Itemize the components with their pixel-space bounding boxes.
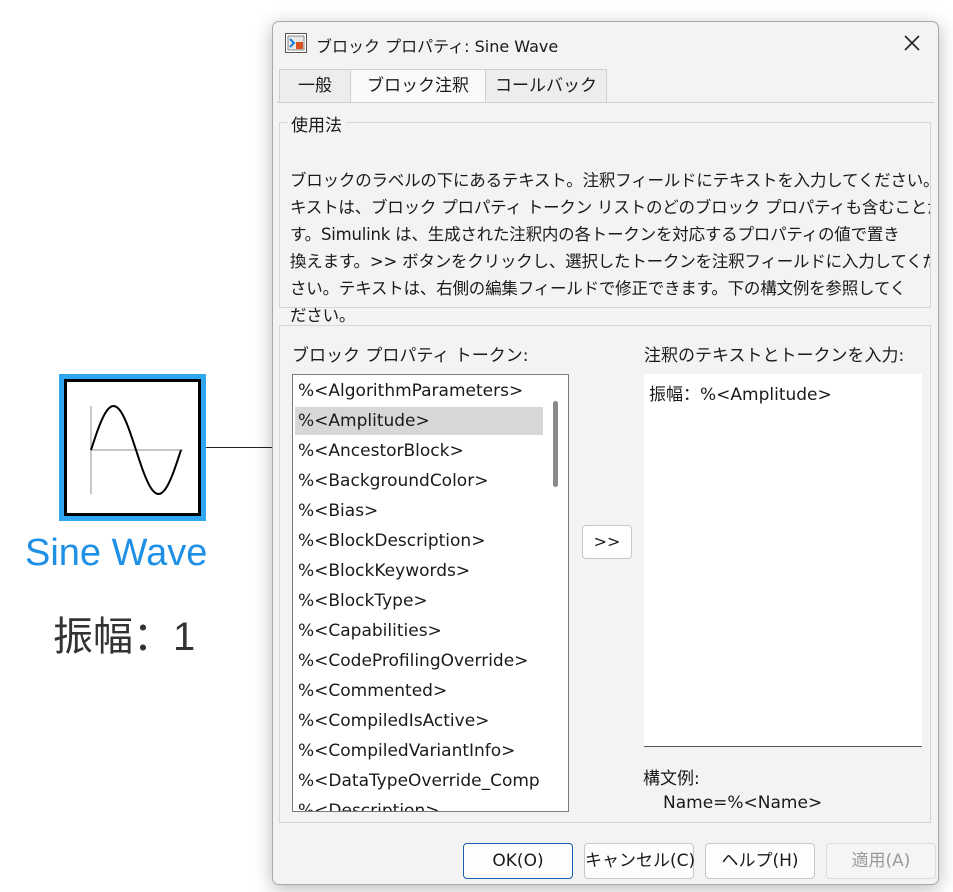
usage-line: す。Simulink は、生成された注釈内の各トークンを対応するプロパティの値で…: [290, 225, 900, 244]
list-item[interactable]: %<Description>: [295, 797, 543, 811]
apply-button[interactable]: 適用(A): [826, 843, 936, 879]
simulink-app-icon: [285, 33, 307, 53]
list-item[interactable]: %<BlockKeywords>: [295, 557, 543, 585]
usage-group: ブロックのラベルの下にあるテキスト。注釈フィールドにテキストを入力してください。…: [279, 122, 931, 325]
usage-line: キストは、ブロック プロパティ トークン リストのどのブロック プロパティも含む…: [290, 198, 930, 217]
list-item[interactable]: %<Capabilities>: [295, 617, 543, 645]
list-item[interactable]: %<AlgorithmParameters>: [295, 377, 543, 405]
sine-wave-icon: [90, 404, 183, 496]
syntax-example-value: Name=%<Name>: [663, 793, 823, 813]
block-name-label[interactable]: Sine Wave: [25, 532, 245, 575]
cancel-button[interactable]: キャンセル(C): [584, 843, 695, 879]
annotation-panel: ブロック プロパティ トークン: 注釈のテキストとトークンを入力: %<Algo…: [279, 325, 931, 823]
list-item[interactable]: %<CompiledVariantInfo>: [295, 737, 543, 765]
signal-line: [206, 447, 276, 448]
list-item[interactable]: %<BlockDescription>: [295, 527, 543, 555]
dialog-titlebar[interactable]: ブロック プロパティ: Sine Wave: [273, 22, 938, 66]
annotation-text-field[interactable]: 振幅：%<Amplitude>: [644, 374, 922, 747]
token-listbox[interactable]: %<AlgorithmParameters> %<Amplitude> %<An…: [292, 374, 569, 812]
tab-content: ブロックのラベルの下にあるテキスト。注釈フィールドにテキストを入力してください。…: [277, 102, 934, 829]
list-item[interactable]: %<CodeProfilingOverride>: [295, 647, 543, 675]
annotation-text-value: 振幅：%<Amplitude>: [649, 385, 832, 405]
usage-line: 換えます。>> ボタンをクリックし、選択したトークンを注釈フィールドに入力してく…: [290, 252, 930, 271]
list-item-selected[interactable]: %<Amplitude>: [295, 407, 543, 435]
ok-button[interactable]: OK(O): [463, 843, 573, 879]
usage-description: ブロックのラベルの下にあるテキスト。注釈フィールドにテキストを入力してください。…: [290, 167, 930, 329]
list-item[interactable]: %<BlockType>: [295, 587, 543, 615]
sine-wave-block-body: [64, 379, 201, 516]
sine-wave-block[interactable]: [59, 374, 206, 521]
annotation-label: 注釈のテキストとトークンを入力:: [644, 346, 905, 366]
token-list-scrollbar[interactable]: [553, 401, 558, 487]
block-properties-dialog: ブロック プロパティ: Sine Wave 一般 ブロック注釈 コールバック ブ…: [272, 21, 939, 885]
tab-block-annotation[interactable]: ブロック注釈: [350, 69, 486, 104]
close-icon[interactable]: [900, 31, 924, 55]
insert-token-button[interactable]: >>: [582, 525, 632, 559]
tokens-label: ブロック プロパティ トークン:: [292, 346, 529, 366]
list-item[interactable]: %<CompiledIsActive>: [295, 707, 543, 735]
help-button[interactable]: ヘルプ(H): [705, 843, 815, 879]
block-annotation-label: 振幅：1: [53, 615, 196, 659]
usage-legend: 使用法: [287, 111, 346, 136]
list-item[interactable]: %<AncestorBlock>: [295, 437, 543, 465]
list-item[interactable]: %<BackgroundColor>: [295, 467, 543, 495]
syntax-example-label: 構文例:: [643, 769, 700, 789]
tab-bar: 一般 ブロック注釈 コールバック: [279, 69, 929, 104]
list-item[interactable]: %<Bias>: [295, 497, 543, 525]
usage-line: さい。テキストは、右側の編集フィールドで修正できます。下の構文例を参照してく: [290, 279, 906, 298]
list-item[interactable]: %<DataTypeOverride_Comp: [295, 767, 543, 795]
tab-general[interactable]: 一般: [279, 69, 351, 102]
list-item[interactable]: %<Commented>: [295, 677, 543, 705]
tab-callbacks[interactable]: コールバック: [485, 69, 607, 102]
dialog-title: ブロック プロパティ: Sine Wave: [316, 37, 559, 56]
usage-line: ブロックのラベルの下にあるテキスト。注釈フィールドにテキストを入力してください。…: [290, 171, 930, 190]
